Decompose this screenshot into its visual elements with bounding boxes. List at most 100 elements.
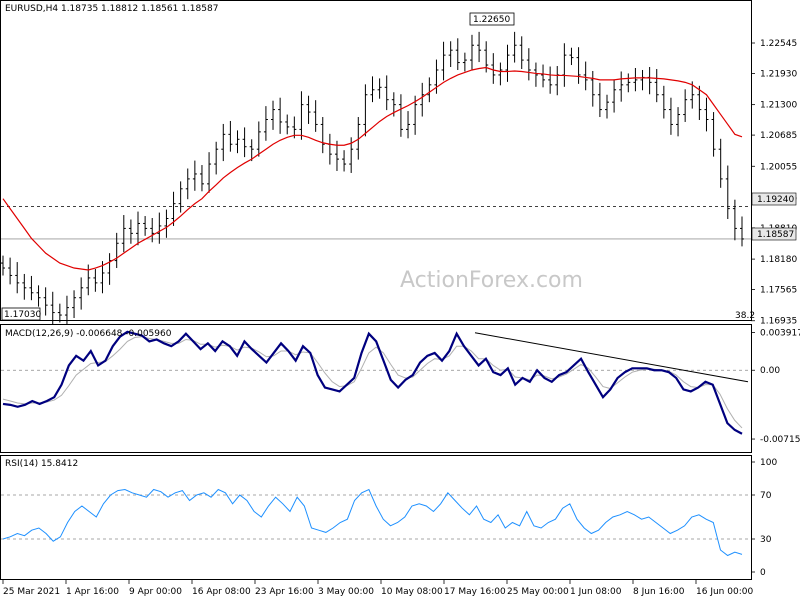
price-bar [207,152,212,193]
rsi-tick-label: 100 [760,458,777,468]
price-bar [533,62,538,87]
price-bar [107,253,112,285]
price-bar [199,165,204,192]
price-bar [72,290,77,319]
x-tick-label: 1 Apr 16:00 [66,587,119,597]
price-bar [519,36,524,69]
price-bar [114,232,119,269]
price-bar [626,73,631,93]
price-bar [569,47,574,66]
rsi-tick-label: 0 [760,568,766,578]
price-bar [278,97,283,134]
x-tick-label: 23 Apr 16:00 [255,587,314,597]
rsi-series-line [2,488,743,557]
price-bar [406,111,411,139]
price-bar [619,71,624,102]
price-bar [647,67,652,95]
price-bar [420,82,425,117]
price-bar [633,68,638,92]
price-bar [562,43,567,87]
x-tick-label: 16 Apr 08:00 [192,587,251,597]
macd-header: MACD(12,26,9) -0.006648 -0.005960 [5,329,172,339]
x-tick-label: 1 Jun 08:00 [570,587,622,597]
level-tag-text: 1.19240 [757,195,794,205]
macd-signal-line [2,336,743,429]
x-tick-label: 16 Jun 00:00 [696,587,753,597]
price-bar [441,41,446,81]
price-bar [22,273,27,300]
macd-line [2,330,743,435]
price-bar [590,70,595,107]
price-bar [668,97,673,135]
price-header: EURUSD,H4 1.18735 1.18812 1.18561 1.1858… [5,4,218,14]
price-bar [512,31,517,63]
last-price-tag-text: 1.18587 [757,230,794,240]
price-bar [704,97,709,132]
price-bar [654,68,659,103]
x-tick-label: 9 Apr 00:00 [129,587,182,597]
macd-lines [2,330,749,435]
price-panel-frame [0,0,752,321]
price-bar [271,100,276,130]
price-bar [477,31,482,63]
price-bar [64,295,69,324]
price-bar [79,277,84,310]
price-tick-label: 1.21930 [760,69,797,79]
macd-tick-label: 0.00 [760,366,780,376]
price-bar [604,94,609,119]
price-bar [327,133,332,165]
price-bar [683,89,688,122]
price-bars [1,31,744,325]
price-bar [640,69,645,91]
price-bar [214,141,219,175]
price-bar [285,114,290,135]
price-bar [462,52,467,72]
rsi-header: RSI(14) 15.8412 [5,459,78,469]
price-tick-label: 1.18180 [760,255,797,265]
price-bar [1,255,5,276]
price-bar [377,78,382,99]
macd-tick-label: 0.003917 [760,329,800,339]
price-bar [526,48,531,81]
price-bar [427,77,432,103]
price-bar [136,211,141,246]
price-bar [313,100,318,132]
price-bar [50,291,55,325]
rsi-line [2,488,743,557]
price-bar [661,85,666,119]
high-label: 1.22650 [473,15,510,25]
price-bar [121,215,126,253]
x-tick-label: 10 May 08:00 [381,587,443,597]
price-tick-label: 1.20055 [760,162,797,172]
price-bar [29,275,34,301]
price-bar [185,168,190,200]
x-tick-label: 25 May 00:00 [507,587,569,597]
price-bar [93,269,98,292]
price-bar [740,216,744,247]
price-bar [57,303,62,323]
price-bar [718,138,723,188]
price-tick-label: 1.20685 [760,131,797,141]
price-bar [235,130,240,154]
chart-canvas: ActionForex.com 1.22545 1.21930 1.21300 1.2… [0,0,800,597]
price-bar [469,34,474,71]
fib-label: 38.2 [735,311,755,321]
price-bar [676,107,681,137]
price-bar [711,112,716,157]
price-bar [498,62,503,86]
macd-trendline [474,332,749,383]
x-tick-label: 3 May 00:00 [318,587,374,597]
price-bar [505,44,510,82]
price-tick-label: 1.16935 [760,317,797,327]
price-bar [597,82,602,118]
rsi-tick-label: 30 [760,535,772,545]
price-bar [164,209,169,238]
price-bar [548,66,553,94]
price-bar [299,91,304,140]
price-bar [448,41,453,68]
price-bar [491,53,496,84]
macd-y-axis: 0.003917 0.00 -0.007152 [1,329,800,445]
price-tick-label: 1.21300 [760,101,797,111]
price-bar [363,84,368,137]
price-bar [192,160,197,191]
